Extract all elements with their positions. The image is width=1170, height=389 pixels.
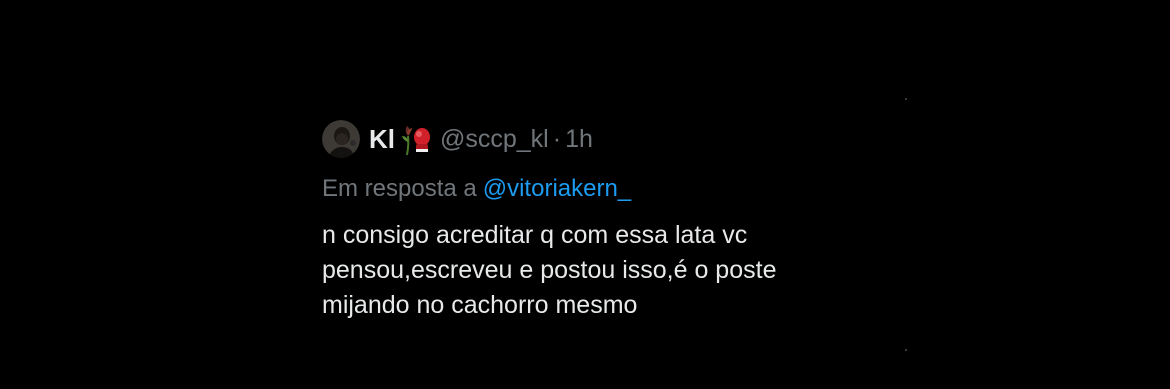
- tweet-text: n consigo acreditar q com essa lata vc p…: [322, 221, 777, 319]
- wilted-rose-boxing-glove-icon: [402, 126, 430, 156]
- tweet: Kl @sccp_kl · 1h Em resposta a @vitoriake…: [322, 118, 1042, 323]
- reply-mention-link[interactable]: @vitoriakern_: [483, 175, 631, 202]
- avatar[interactable]: [322, 120, 360, 158]
- background-speck: [905, 349, 907, 351]
- tweet-header: Kl @sccp_kl · 1h: [322, 118, 1042, 160]
- background-speck: [905, 98, 907, 100]
- reply-context: Em resposta a @vitoriakern_: [322, 172, 1042, 206]
- user-handle[interactable]: @sccp_kl: [440, 125, 549, 154]
- separator-dot: ·: [552, 124, 562, 153]
- timestamp[interactable]: 1h: [565, 125, 593, 154]
- reply-prefix: Em resposta a: [322, 175, 477, 202]
- display-name[interactable]: Kl: [369, 124, 395, 155]
